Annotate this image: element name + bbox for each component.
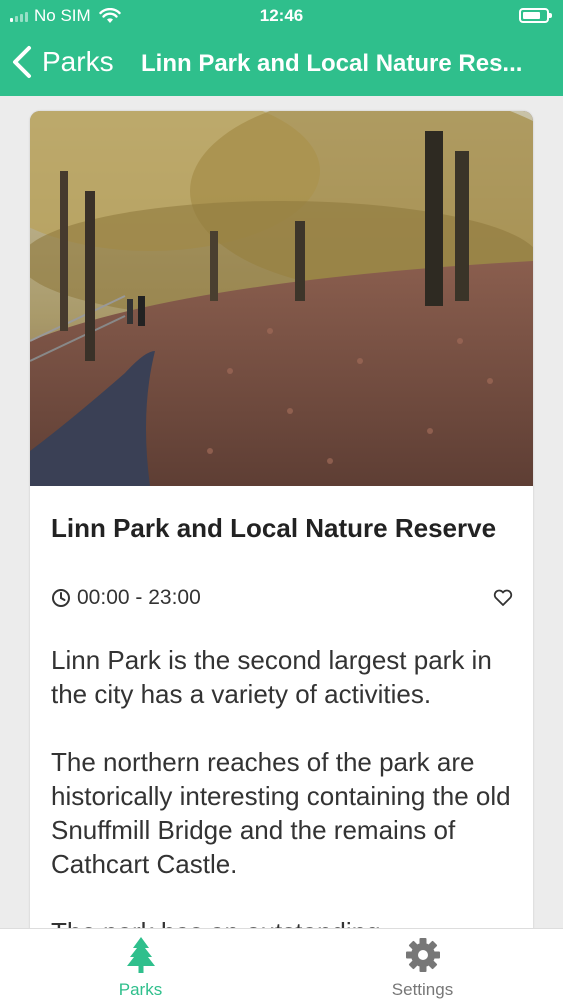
app-header: No SIM 12:46 Parks Linn Park and Local N… [0,0,563,96]
hours-text: 00:00 - 23:00 [77,586,201,609]
chevron-left-icon [13,46,31,78]
park-name: Linn Park and Local Nature Reserve [51,513,497,543]
park-card: Linn Park and Local Nature Reserve 00:00… [30,111,533,941]
description-paragraph: Linn Park is the second largest park in … [51,645,492,709]
opening-hours: 00:00 - 23:00 [51,586,201,610]
tab-parks[interactable]: Parks [0,929,281,1001]
gear-icon [406,938,440,972]
description-paragraph: The northern reaches of the park are his… [51,747,511,879]
status-bar: No SIM 12:46 [0,0,563,32]
heart-icon[interactable] [493,589,513,607]
tree-icon [127,937,155,973]
back-button[interactable]: Parks [10,42,114,82]
nav-bar: Parks Linn Park and Local Nature Res... [0,32,563,96]
tab-label: Settings [391,980,454,999]
page-title: Linn Park and Local Nature Res... [141,50,523,77]
clock-icon [52,589,70,607]
tab-bar: Parks Settings [0,928,563,1001]
battery-icon [519,8,552,23]
tab-settings[interactable]: Settings [282,929,563,1001]
tab-label: Parks [118,980,163,999]
back-label: Parks [42,46,114,77]
park-description: Linn Park is the second largest park in … [51,643,521,941]
status-time: 12:46 [259,6,304,25]
park-hero-image [30,111,533,486]
